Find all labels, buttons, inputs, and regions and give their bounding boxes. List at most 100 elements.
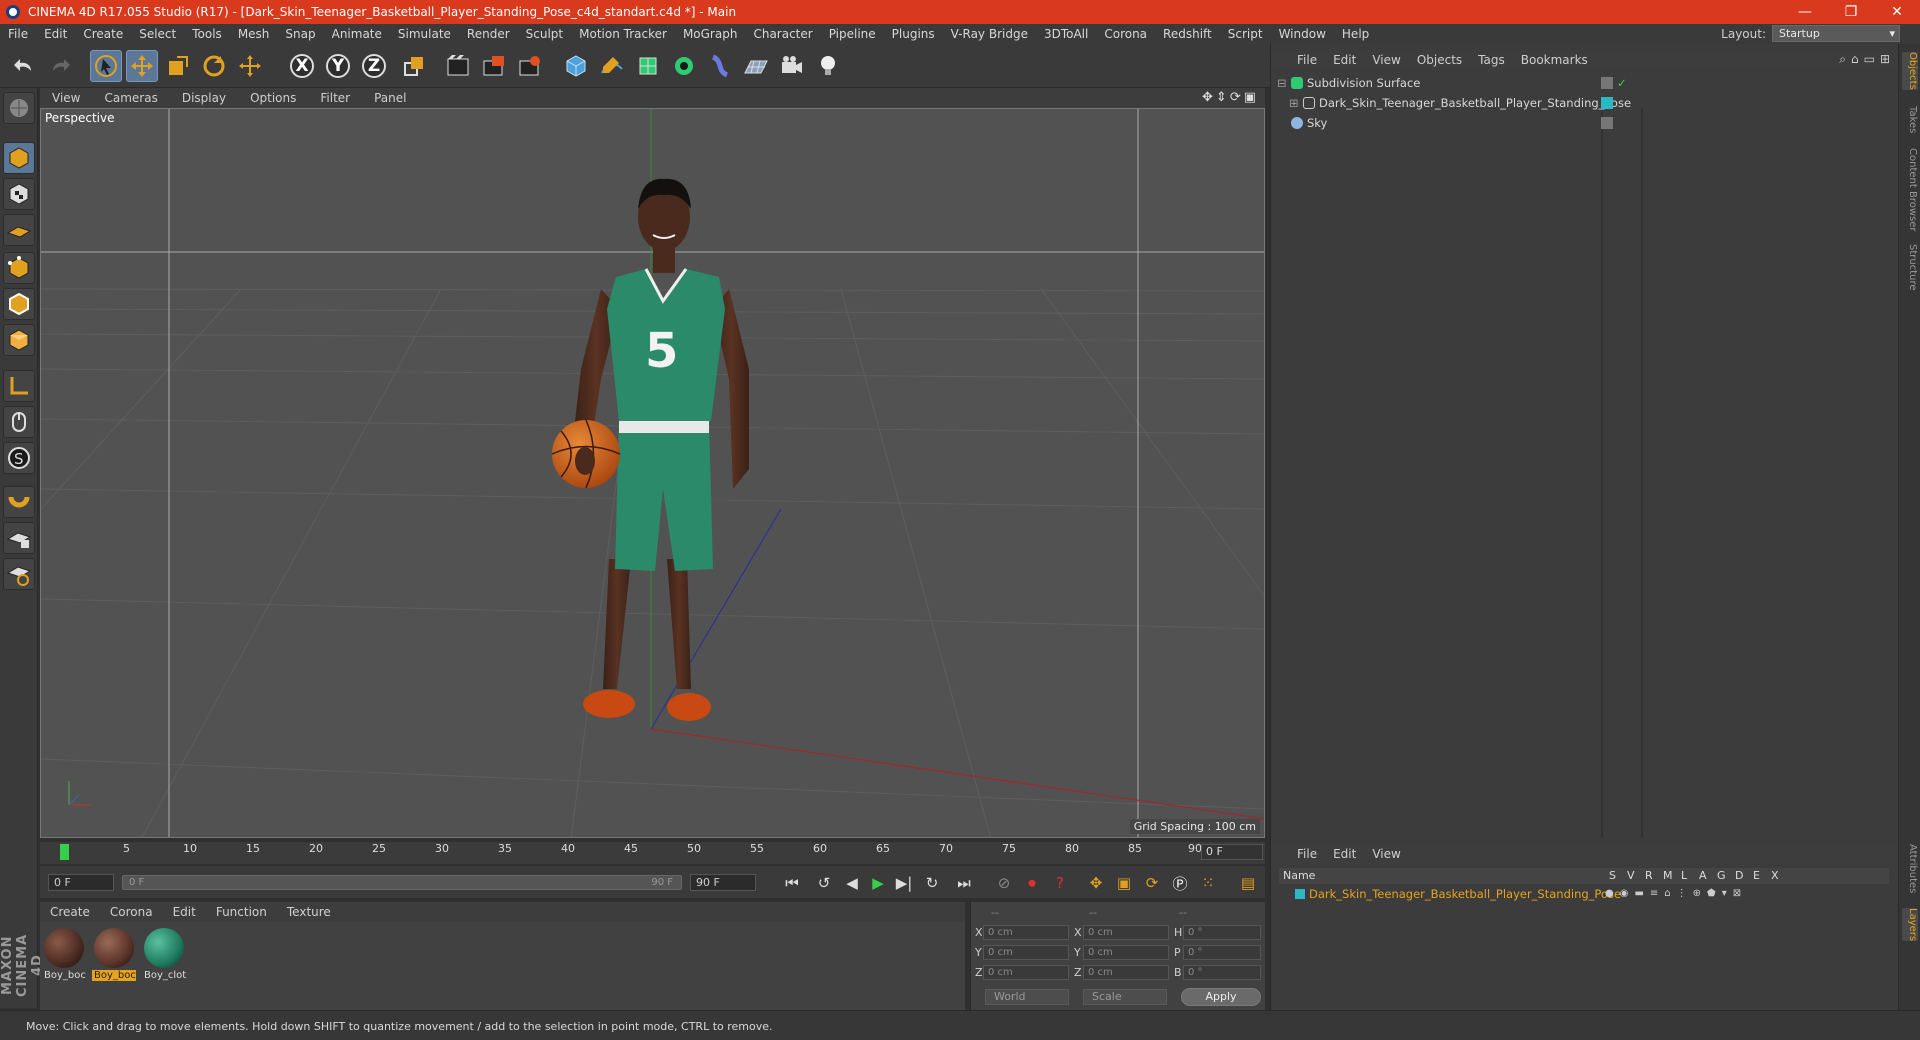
floor-object-icon[interactable] (740, 50, 772, 82)
menu-tools[interactable]: Tools (184, 24, 230, 44)
layers-menu-file[interactable]: File (1289, 847, 1325, 861)
undo-icon[interactable] (8, 50, 40, 82)
workplane-lock-icon[interactable] (3, 522, 35, 554)
tab-structure[interactable]: Structure (1902, 244, 1918, 291)
viewport-menu-view[interactable]: View (40, 91, 92, 105)
objects-menu-view[interactable]: View (1364, 53, 1408, 67)
material-menu-create[interactable]: Create (40, 905, 100, 919)
x-axis-lock-button[interactable]: X (286, 50, 318, 82)
snap-icon[interactable]: S (3, 442, 35, 474)
objects-menu-objects[interactable]: Objects (1409, 53, 1470, 67)
position-z-field[interactable]: 0 cm (983, 965, 1069, 980)
play-icon[interactable]: ▶ (866, 872, 890, 894)
material-menu-corona[interactable]: Corona (100, 905, 163, 919)
material-menu-function[interactable]: Function (206, 905, 277, 919)
magnet-icon[interactable] (3, 486, 35, 518)
timeline-window-icon[interactable]: ▤ (1236, 872, 1260, 894)
coordinate-space-dropdown[interactable]: World (985, 989, 1069, 1005)
edges-mode-icon[interactable] (3, 288, 35, 320)
transform-tool-icon[interactable] (234, 50, 266, 82)
menu-sculpt[interactable]: Sculpt (518, 24, 571, 44)
redo-icon[interactable] (44, 50, 76, 82)
size-z-field[interactable]: 0 cm (1083, 965, 1169, 980)
timeline-playhead[interactable] (60, 844, 69, 860)
current-frame-field[interactable]: 0 F (1201, 844, 1263, 860)
next-frame-icon[interactable]: ▶| (892, 872, 916, 894)
light-object-icon[interactable] (812, 50, 844, 82)
material-menu-texture[interactable]: Texture (277, 905, 341, 919)
apply-button[interactable]: Apply (1181, 988, 1261, 1006)
viewport-menu-options[interactable]: Options (238, 91, 308, 105)
object-manager-tools-icons[interactable]: ⌕⌂▭⊞ (1839, 52, 1895, 67)
menu-character[interactable]: Character (745, 24, 820, 44)
enabled-check-icon[interactable]: ✓ (1617, 74, 1627, 92)
deformer-icon[interactable] (704, 50, 736, 82)
menu-pipeline[interactable]: Pipeline (821, 24, 884, 44)
coordinate-system-icon[interactable] (398, 50, 430, 82)
key-scale-icon[interactable]: ▣ (1112, 872, 1136, 894)
tab-attributes[interactable]: Attributes (1902, 844, 1918, 893)
menu-edit[interactable]: Edit (36, 24, 75, 44)
rotation-b-field[interactable]: 0 ° (1183, 965, 1261, 980)
tab-layers[interactable]: Layers (1902, 908, 1918, 942)
end-frame-field[interactable]: 90 F (690, 874, 756, 891)
menu-create[interactable]: Create (75, 24, 131, 44)
autokey-icon[interactable]: ⏺ (1020, 872, 1044, 894)
cloner-icon[interactable] (668, 50, 700, 82)
menu-render[interactable]: Render (459, 24, 518, 44)
layer-color-swatch[interactable] (1295, 889, 1305, 899)
size-y-field[interactable]: 0 cm (1083, 945, 1169, 960)
live-selection-icon[interactable] (90, 50, 122, 82)
viewport-menu-cameras[interactable]: Cameras (92, 91, 169, 105)
move-tool-icon[interactable] (126, 50, 158, 82)
workplane-mode-icon[interactable] (3, 214, 35, 246)
minimize-button[interactable]: — (1782, 4, 1828, 20)
menu-3dtoall[interactable]: 3DToAll (1036, 24, 1096, 44)
key-rotation-icon[interactable]: ⟳ (1140, 872, 1164, 894)
objects-menu-file[interactable]: File (1289, 53, 1325, 67)
go-to-end-icon[interactable]: ⏭ (952, 872, 976, 894)
menu-snap[interactable]: Snap (277, 24, 323, 44)
menu-corona[interactable]: Corona (1096, 24, 1155, 44)
cube-primitive-icon[interactable] (560, 50, 592, 82)
menu-mesh[interactable]: Mesh (230, 24, 278, 44)
points-mode-icon[interactable] (3, 252, 35, 284)
start-frame-field[interactable]: 0 F (48, 874, 114, 891)
objects-menu-tags[interactable]: Tags (1470, 53, 1513, 67)
z-axis-lock-button[interactable]: Z (358, 50, 390, 82)
previous-frame-icon[interactable]: ◀ (840, 872, 864, 894)
close-button[interactable]: ✕ (1874, 4, 1920, 20)
axis-mode-icon[interactable] (3, 370, 35, 402)
material-swatch-selected[interactable]: Boy_boc (92, 926, 136, 986)
menu-window[interactable]: Window (1271, 24, 1334, 44)
menu-help[interactable]: Help (1334, 24, 1377, 44)
subdivision-surface-icon[interactable] (632, 50, 664, 82)
next-key-icon[interactable]: ↻ (920, 872, 944, 894)
object-row-subdivision[interactable]: ⊟ Subdivision Surface ✓ (1271, 74, 1901, 92)
tab-content-browser[interactable]: Content Browser (1902, 148, 1918, 231)
material-swatch[interactable]: Boy_clot (142, 926, 186, 986)
rotation-h-field[interactable]: 0 ° (1183, 925, 1261, 940)
texture-mode-icon[interactable] (3, 178, 35, 210)
objects-menu-edit[interactable]: Edit (1325, 53, 1364, 67)
menu-simulate[interactable]: Simulate (390, 24, 459, 44)
keyframe-selection-icon[interactable]: ? (1048, 872, 1072, 894)
layers-menu-view[interactable]: View (1364, 847, 1408, 861)
rotation-p-field[interactable]: 0 ° (1183, 945, 1261, 960)
render-view-icon[interactable] (442, 50, 474, 82)
key-point-level-icon[interactable]: ⁙ (1196, 872, 1220, 894)
record-keys-icon[interactable]: ⊘ (992, 872, 1016, 894)
planar-workplane-icon[interactable] (3, 558, 35, 590)
expand-toggle-icon[interactable]: ⊞ (1289, 94, 1299, 112)
material-menu-edit[interactable]: Edit (163, 905, 206, 919)
rotate-tool-icon[interactable] (198, 50, 230, 82)
menu-file[interactable]: File (0, 24, 36, 44)
position-y-field[interactable]: 0 cm (983, 945, 1069, 960)
tab-objects[interactable]: Objects (1902, 52, 1918, 90)
spline-pen-icon[interactable] (596, 50, 628, 82)
tweak-mode-icon[interactable] (3, 406, 35, 438)
menu-mograph[interactable]: MoGraph (675, 24, 746, 44)
visibility-tag-icon[interactable] (1601, 77, 1613, 89)
perspective-viewport[interactable]: 5 Perspective Grid Spacing : 100 cm (40, 108, 1265, 838)
menu-motion-tracker[interactable]: Motion Tracker (571, 24, 675, 44)
